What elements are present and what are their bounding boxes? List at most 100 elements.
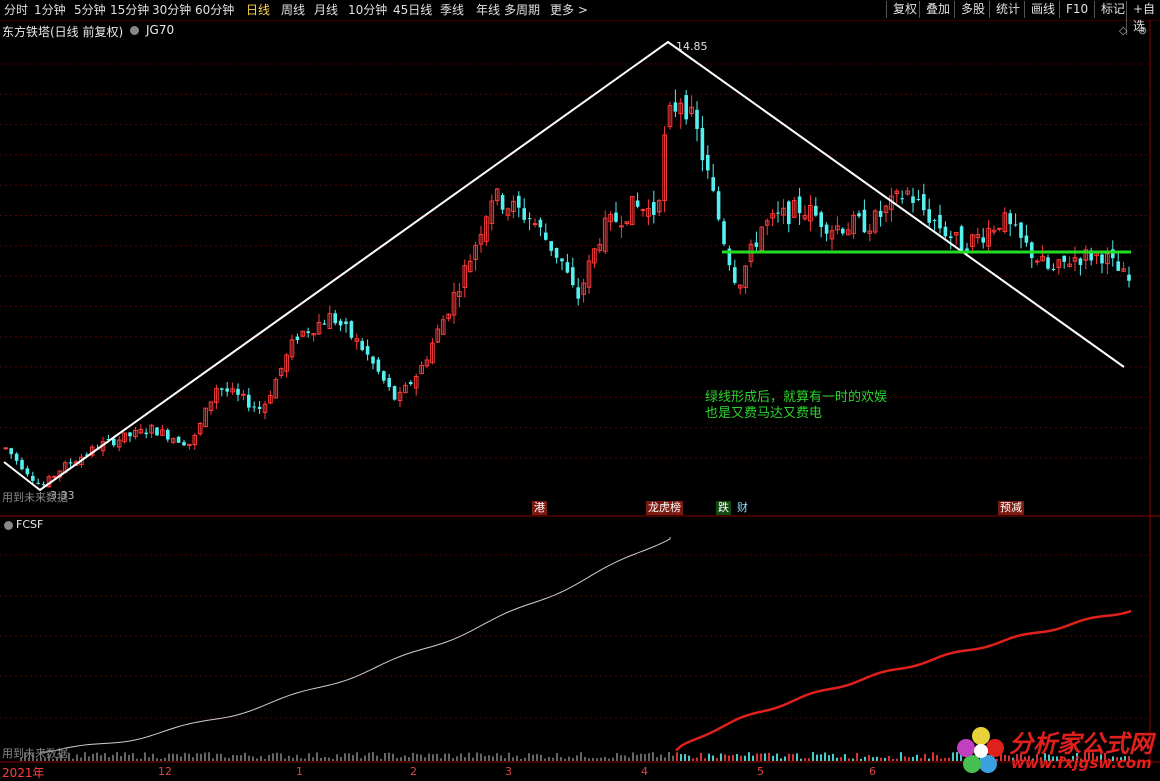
volume-bar xyxy=(716,758,718,761)
toolbar-button-6[interactable]: 标记 xyxy=(1094,1,1125,18)
volume-bar xyxy=(792,753,794,761)
annotation-line-2: 也是又费马达又费电 xyxy=(705,406,823,421)
peak-price-label: 14.85 xyxy=(676,40,708,53)
x-axis-year-label: 2021年 xyxy=(2,766,45,780)
volume-bar xyxy=(860,758,862,761)
chevron-down-icon[interactable] xyxy=(130,26,139,35)
volume-bar xyxy=(568,756,570,761)
volume-bar xyxy=(648,753,650,761)
period-tab-8[interactable]: 月线 xyxy=(314,2,338,18)
volume-bar xyxy=(424,757,426,761)
volume-bar xyxy=(220,753,222,761)
annotation-text: 绿线形成后，就算有一时的欢娱 也是又费马达又费电 xyxy=(705,390,887,422)
kline-chart[interactable] xyxy=(0,20,1160,781)
event-marker-2[interactable]: 跌 xyxy=(716,501,731,515)
candle-body-up xyxy=(997,227,1002,230)
candle-body-down xyxy=(695,109,699,129)
volume-bar xyxy=(724,754,726,761)
candle-body-down xyxy=(571,267,575,286)
volume-bar xyxy=(416,754,418,761)
sub-indicator-name[interactable]: FCSF xyxy=(16,518,43,531)
period-tab-11[interactable]: 季线 xyxy=(440,2,464,18)
volume-bar xyxy=(284,758,286,761)
diamond-icon[interactable]: ◇ xyxy=(1119,24,1127,37)
volume-bar xyxy=(784,756,786,761)
period-tab-9[interactable]: 10分钟 xyxy=(348,2,387,18)
volume-bar xyxy=(836,757,838,761)
toolbar-button-4[interactable]: 画线 xyxy=(1024,1,1055,18)
candle-body-down xyxy=(112,438,116,446)
volume-bar xyxy=(68,752,70,761)
candle-body-down xyxy=(538,219,543,228)
period-tab-14[interactable]: 更多 > xyxy=(550,2,588,18)
volume-bar xyxy=(404,755,406,761)
volume-bar xyxy=(764,753,766,761)
volume-bar xyxy=(408,757,410,761)
candle-body-down xyxy=(338,320,343,326)
period-tab-6[interactable]: 日线 xyxy=(246,2,270,18)
period-tab-7[interactable]: 周线 xyxy=(281,2,305,18)
volume-bar xyxy=(644,754,646,761)
period-tab-2[interactable]: 5分钟 xyxy=(74,2,106,18)
volume-bar xyxy=(624,755,626,761)
event-marker-3[interactable]: 财 xyxy=(735,501,750,515)
volume-bar xyxy=(672,755,674,761)
period-tab-4[interactable]: 30分钟 xyxy=(152,2,191,18)
event-marker-4[interactable]: 预减 xyxy=(998,501,1024,515)
event-marker-1[interactable]: 龙虎榜 xyxy=(646,501,683,515)
toolbar-button-1[interactable]: 叠加 xyxy=(919,1,950,18)
volume-bar xyxy=(564,758,566,761)
candle-body-down xyxy=(824,224,829,234)
volume-bar xyxy=(428,753,430,761)
period-tab-12[interactable]: 年线 xyxy=(476,2,500,18)
candle-body-down xyxy=(635,200,640,207)
candle-body-up xyxy=(640,209,646,212)
volume-bar xyxy=(740,755,742,761)
volume-bar xyxy=(300,758,302,761)
volume-bar xyxy=(172,753,174,761)
chevron-down-icon[interactable] xyxy=(4,521,13,530)
volume-bar xyxy=(588,758,590,761)
toolbar-button-5[interactable]: F10 xyxy=(1059,1,1088,18)
volume-bar xyxy=(328,757,330,761)
period-tab-0[interactable]: 分时 xyxy=(4,2,28,18)
period-tab-5[interactable]: 60分钟 xyxy=(195,2,234,18)
event-marker-0[interactable]: 港 xyxy=(532,501,547,515)
toolbar-button-3[interactable]: 统计 xyxy=(989,1,1020,18)
volume-bar xyxy=(352,755,354,761)
volume-bar xyxy=(520,758,522,761)
main-indicator-name[interactable]: JG70 xyxy=(146,23,174,37)
candle-body-down xyxy=(722,221,726,245)
volume-bar xyxy=(368,752,370,761)
candle-body-down xyxy=(322,323,327,325)
volume-bar xyxy=(252,756,254,761)
volume-bar xyxy=(264,758,266,761)
period-tab-10[interactable]: 45日线 xyxy=(393,2,432,18)
volume-bar xyxy=(728,755,730,761)
candle-body-down xyxy=(257,406,262,409)
candle-body-down xyxy=(225,388,229,392)
close-icon[interactable]: ⊗ xyxy=(1138,24,1147,37)
toolbar-button-2[interactable]: 多股 xyxy=(954,1,985,18)
volume-bar xyxy=(288,755,290,761)
candle-body-down xyxy=(733,267,737,283)
volume-bar xyxy=(152,753,154,761)
volume-bar xyxy=(596,758,598,761)
volume-bar xyxy=(636,754,638,761)
volume-bar xyxy=(280,753,282,761)
toolbar-button-0[interactable]: 复权 xyxy=(886,1,917,18)
volume-bar xyxy=(656,757,658,761)
candle-body-down xyxy=(20,459,24,470)
period-tab-1[interactable]: 1分钟 xyxy=(34,2,66,18)
volume-bar xyxy=(532,754,534,761)
volume-bar xyxy=(684,754,686,761)
period-tab-3[interactable]: 15分钟 xyxy=(110,2,149,18)
volume-bar xyxy=(628,757,630,761)
candle-body-down xyxy=(560,258,564,262)
period-tab-13[interactable]: 多周期 xyxy=(504,2,540,18)
candle-body-down xyxy=(166,429,170,440)
candle-body-down xyxy=(943,226,948,237)
volume-bar xyxy=(600,757,602,761)
candle-body-down xyxy=(1019,222,1023,238)
volume-bar xyxy=(748,752,750,761)
